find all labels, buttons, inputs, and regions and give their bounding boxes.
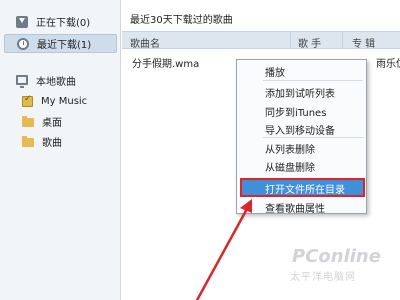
menu-item-remove-from-list[interactable]: 从列表删除 <box>265 141 315 156</box>
context-menu: 播放 添加到试听列表 同步到iTunes 导入到移动设备 从列表删除 从磁盘删除… <box>236 59 367 215</box>
menu-item-highlight[interactable]: 打开文件所在目录 <box>240 178 365 197</box>
sidebar-item-label: 本地歌曲 <box>36 77 76 88</box>
sidebar-item-recent-downloads[interactable]: 最近下载(1) <box>4 34 117 53</box>
sidebar-item-label: 正在下载(0) <box>36 18 91 29</box>
download-icon <box>16 15 28 28</box>
sidebar-item-songs[interactable]: 歌曲 <box>4 132 117 151</box>
watermark-subtitle: 太平洋电脑网 <box>290 272 356 283</box>
album-cell: 雨乐仿小室 <box>376 59 400 70</box>
menu-item-sync-to-itunes[interactable]: 同步到iTunes <box>265 104 326 119</box>
song-name-cell: 分手假期.wma <box>132 59 200 70</box>
sidebar: 正在下载(0) 最近下载(1) 本地歌曲 My Music 桌面 歌曲 <box>0 0 121 300</box>
menu-item-open-file-location[interactable]: 打开文件所在目录 <box>265 181 345 196</box>
column-header-artist[interactable]: 歌 手 <box>298 35 321 50</box>
menu-divider <box>263 80 363 81</box>
column-header-album[interactable]: 专 辑 <box>352 35 375 50</box>
clock-icon <box>17 37 29 50</box>
table-header: 歌曲名 歌 手 专 辑 <box>122 31 400 50</box>
menu-item-delete-from-disk[interactable]: 从磁盘删除 <box>265 159 315 174</box>
watermark-logo: PConline <box>292 246 381 267</box>
sidebar-item-label: 桌面 <box>42 118 62 129</box>
sidebar-item-local-songs[interactable]: 本地歌曲 <box>4 71 117 90</box>
column-divider[interactable] <box>290 32 291 48</box>
check-icon <box>22 94 33 107</box>
folder-icon <box>22 136 34 147</box>
column-divider[interactable] <box>342 32 343 48</box>
sidebar-item-downloading[interactable]: 正在下载(0) <box>4 12 117 31</box>
menu-item-play[interactable]: 播放 <box>265 64 285 79</box>
folder-icon <box>22 116 34 127</box>
menu-divider <box>263 137 363 138</box>
sidebar-item-desktop[interactable]: 桌面 <box>4 112 117 131</box>
sidebar-item-my-music[interactable]: My Music <box>4 92 117 111</box>
monitor-icon <box>16 74 28 88</box>
menu-item-import-to-device[interactable]: 导入到移动设备 <box>265 122 335 137</box>
menu-item-song-properties[interactable]: 查看歌曲属性 <box>265 200 325 215</box>
sidebar-item-label: 最近下载(1) <box>37 40 92 51</box>
column-header-song-name[interactable]: 歌曲名 <box>130 35 160 50</box>
menu-item-add-to-preview-list[interactable]: 添加到试听列表 <box>265 85 335 100</box>
page-title: 最近30天下载过的歌曲 <box>130 15 233 26</box>
sidebar-item-label: My Music <box>41 96 88 107</box>
sidebar-item-label: 歌曲 <box>42 138 62 149</box>
